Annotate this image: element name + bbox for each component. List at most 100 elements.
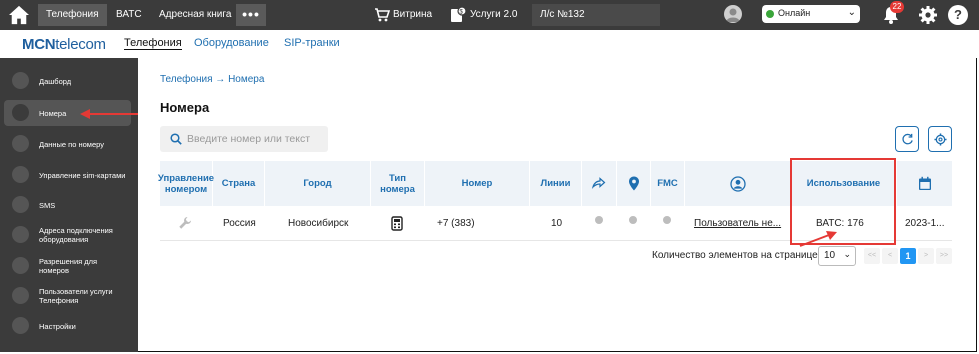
page-1-button[interactable]: 1 <box>900 248 916 264</box>
settings-icon <box>12 317 29 334</box>
col-header-number[interactable]: Номер <box>425 161 529 206</box>
sidebar-item-label: Номера <box>39 108 67 118</box>
last-page-button[interactable]: >> <box>936 248 952 264</box>
col-header-fmc[interactable]: FMC <box>651 161 684 206</box>
location-status-dot <box>629 216 637 224</box>
call-forward-icon <box>591 176 606 189</box>
sidebar-item-number-data[interactable]: Данные по номеру <box>4 131 131 157</box>
permission-icon <box>12 257 29 274</box>
sidebar-item-label: Адреса подключения оборудования <box>39 226 113 244</box>
table-settings-button[interactable] <box>928 126 952 152</box>
user-link[interactable]: Пользователь не... <box>694 206 781 240</box>
sidebar-item-label: Настройки <box>39 321 76 331</box>
breadcrumb-root[interactable]: Телефония <box>160 74 213 85</box>
col-header-user[interactable] <box>685 161 790 206</box>
first-page-button[interactable]: << <box>864 248 880 264</box>
city-cell: Новосибирск <box>288 217 349 229</box>
page-title: Номера <box>160 100 210 115</box>
col-header-forwarding[interactable] <box>582 161 616 206</box>
account-number[interactable]: Л/с №132 <box>532 4 660 26</box>
country-cell: Россия <box>223 217 256 229</box>
subnav-tab-equipment[interactable]: Оборудование <box>194 37 269 49</box>
chevron-down-icon: ⌄ <box>847 7 856 18</box>
fmc-status-dot <box>663 216 671 224</box>
sidebar-item-label: Данные по номеру <box>39 139 104 149</box>
showcase-link[interactable]: Витрина <box>393 4 432 26</box>
date-cell: 2023-1... <box>905 217 945 229</box>
logo: MCNtelecom <box>22 36 106 53</box>
col-header-date[interactable] <box>897 161 952 206</box>
forwarding-status-dot <box>595 216 603 224</box>
user-icon <box>729 175 746 192</box>
top-tab-address-book[interactable]: Адресная книга <box>151 4 239 26</box>
dashboard-icon <box>12 72 29 89</box>
sidebar-item-sms[interactable]: SMS <box>4 192 131 218</box>
sidebar-item-users[interactable]: Пользователи услуги Телефония <box>4 283 131 309</box>
sidebar-item-permissions[interactable]: Разрешения для номеров <box>4 253 131 279</box>
sidebar-item-label: Дашборд <box>39 76 72 86</box>
gear-icon <box>934 133 947 146</box>
search-icon <box>170 133 182 145</box>
help-icon[interactable]: ? <box>948 5 968 25</box>
top-tab-telephony[interactable]: Телефония <box>38 4 107 26</box>
page-size-label: Количество элементов на странице <box>652 250 818 261</box>
wrench-icon <box>179 217 191 229</box>
manage-number-cell[interactable] <box>178 206 192 240</box>
col-header-lines[interactable]: Линии <box>530 161 581 206</box>
services-icon: $ <box>451 6 467 22</box>
sidebar-item-label: Пользователи услуги Телефония <box>39 287 113 305</box>
sidebar-item-numbers[interactable]: Номера <box>4 100 131 126</box>
top-tab-vats[interactable]: ВАТС <box>108 4 150 26</box>
page-size-value: 10 <box>824 250 836 261</box>
users-icon <box>12 287 29 304</box>
prev-page-button[interactable]: < <box>882 248 898 264</box>
services-link[interactable]: Услуги 2.0 <box>470 4 517 26</box>
col-header-location[interactable] <box>617 161 650 206</box>
col-header-city[interactable]: Город <box>265 161 370 206</box>
location-pin-icon <box>628 176 639 191</box>
status-online-dot <box>766 10 774 18</box>
col-header-manage[interactable]: Управление номером <box>158 161 214 206</box>
breadcrumb-arrow: → <box>215 74 226 85</box>
gear-icon[interactable] <box>918 5 938 25</box>
sidebar-item-label: Управление sim-картами <box>39 170 126 180</box>
sidebar-item-addresses[interactable]: Адреса подключения оборудования <box>4 222 131 248</box>
col-header-country[interactable]: Страна <box>213 161 264 206</box>
desk-phone-icon <box>391 215 403 231</box>
breadcrumb: Телефония → Номера <box>160 74 264 85</box>
more-button[interactable]: ••• <box>236 4 266 26</box>
chevron-down-icon: ⌄ <box>843 249 851 259</box>
address-icon <box>12 226 29 243</box>
sub-nav: MCNtelecom Телефония Оборудование SIP-тр… <box>0 30 979 58</box>
sidebar-item-dashboard[interactable]: Дашборд <box>4 68 131 94</box>
user-avatar-icon <box>726 8 740 22</box>
sidebar-item-settings[interactable]: Настройки <box>4 313 131 339</box>
subnav-tab-telephony[interactable]: Телефония <box>124 37 182 50</box>
phone-icon <box>12 104 29 121</box>
home-icon[interactable] <box>8 5 30 25</box>
next-page-button[interactable]: > <box>918 248 934 264</box>
breadcrumb-current[interactable]: Номера <box>228 74 264 85</box>
search-placeholder: Введите номер или текст <box>187 133 311 145</box>
sms-icon <box>12 196 29 213</box>
refresh-icon <box>902 133 913 145</box>
refresh-button[interactable] <box>895 126 919 152</box>
sidebar-item-sim[interactable]: Управление sim-картами <box>4 162 131 188</box>
sim-icon <box>12 166 29 183</box>
data-icon <box>12 135 29 152</box>
number-type-cell <box>390 206 404 240</box>
search-input[interactable]: Введите номер или текст <box>160 126 328 152</box>
col-header-number-type[interactable]: Тип номера <box>371 161 424 206</box>
sidebar-item-label: SMS <box>39 200 56 210</box>
sidebar-item-label: Разрешения для номеров <box>39 257 98 275</box>
status-label: Онлайн <box>778 8 811 18</box>
calendar-icon <box>918 176 931 190</box>
subnav-tab-sip-trunks[interactable]: SIP-транки <box>284 37 340 49</box>
avatar[interactable] <box>724 5 742 23</box>
sidebar: Дашборд Номера Данные по номеру Управлен… <box>0 58 138 352</box>
top-bar: Телефония ВАТС Адресная книга ••• Витрин… <box>0 0 979 30</box>
number-cell[interactable]: +7 (383) <box>437 206 475 240</box>
status-select[interactable]: Онлайн ⌄ <box>762 5 860 23</box>
lines-cell: 10 <box>551 217 563 229</box>
page-size-select[interactable]: 10 ⌄ <box>818 246 856 266</box>
